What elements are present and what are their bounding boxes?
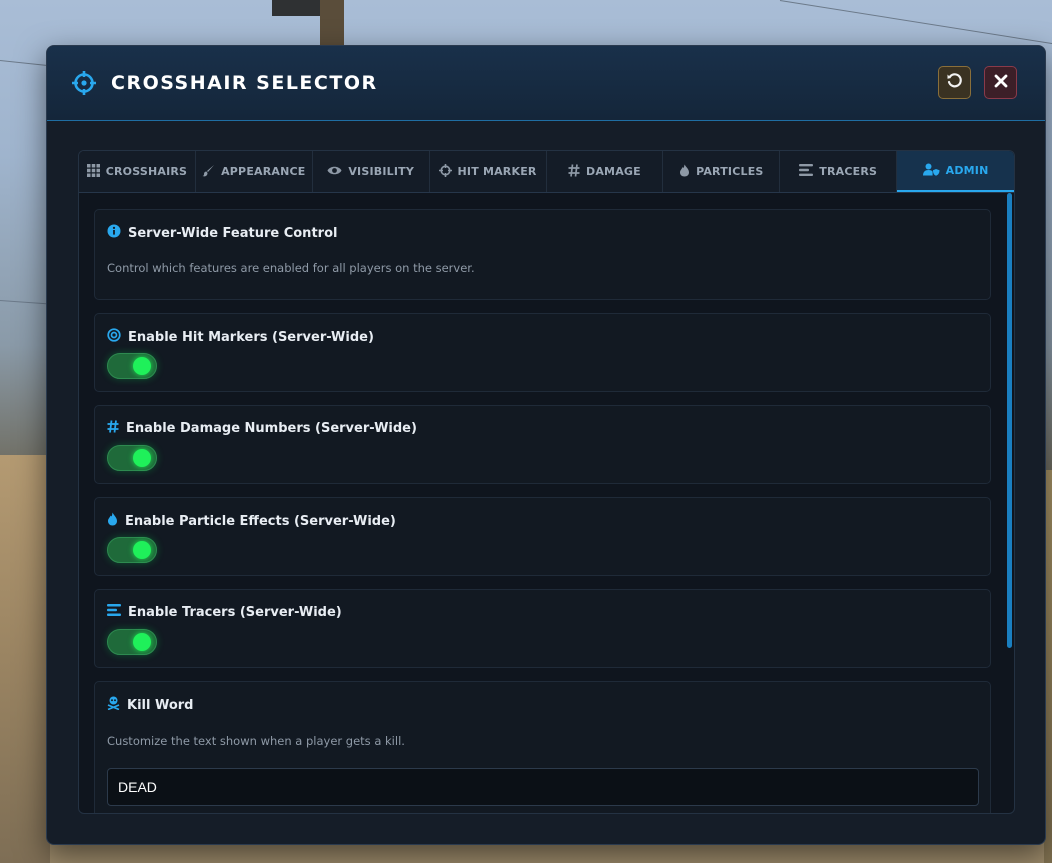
target-icon bbox=[107, 328, 121, 346]
tab-admin[interactable]: ADMIN bbox=[897, 151, 1014, 192]
tab-label: PARTICLES bbox=[696, 165, 764, 178]
setting-label: Enable Hit Markers (Server-Wide) bbox=[128, 329, 374, 345]
card-title-row: Enable Tracers (Server-Wide) bbox=[107, 604, 342, 620]
particle-effects-setting: Enable Particle Effects (Server-Wide) bbox=[94, 497, 991, 576]
tab-hit-marker[interactable]: HIT MARKER bbox=[430, 151, 547, 192]
card-title-row: Enable Damage Numbers (Server-Wide) bbox=[107, 420, 417, 437]
tab-label: APPEARANCE bbox=[221, 165, 306, 178]
particle-effects-toggle[interactable] bbox=[107, 537, 157, 563]
crosshair-icon bbox=[438, 163, 452, 180]
background-lamp bbox=[272, 0, 322, 16]
reset-button[interactable] bbox=[938, 66, 971, 99]
crosshair-selector-window: CROSSHAIR SELECTOR CROSSHAIRS APPEARANCE… bbox=[46, 45, 1046, 845]
skull-crossbones-icon bbox=[107, 696, 120, 714]
background-wire bbox=[0, 300, 50, 305]
tracers-setting: Enable Tracers (Server-Wide) bbox=[94, 589, 991, 668]
user-shield-icon bbox=[922, 163, 940, 179]
tab-appearance[interactable]: APPEARANCE bbox=[196, 151, 313, 192]
tab-label: DAMAGE bbox=[586, 165, 641, 178]
hash-icon bbox=[568, 163, 580, 180]
hit-markers-toggle[interactable] bbox=[107, 353, 157, 379]
tab-label: HIT MARKER bbox=[457, 165, 537, 178]
eye-icon bbox=[327, 165, 342, 179]
tab-visibility[interactable]: VISIBILITY bbox=[313, 151, 430, 192]
toggle-knob bbox=[133, 633, 151, 651]
setting-label: Enable Tracers (Server-Wide) bbox=[128, 604, 342, 620]
tab-label: TRACERS bbox=[819, 165, 878, 178]
info-icon bbox=[107, 224, 121, 242]
card-title: Server-Wide Feature Control bbox=[128, 225, 338, 241]
card-title-row: Server-Wide Feature Control bbox=[107, 224, 337, 242]
card-description: Customize the text shown when a player g… bbox=[107, 734, 405, 748]
toggle-knob bbox=[133, 541, 151, 559]
tab-tracers[interactable]: TRACERS bbox=[780, 151, 898, 192]
toggle-knob bbox=[133, 449, 151, 467]
background-hill bbox=[0, 455, 50, 863]
admin-settings-list[interactable]: Server-Wide Feature Control Control whic… bbox=[79, 193, 1014, 813]
lines-icon bbox=[799, 164, 814, 179]
hit-markers-setting: Enable Hit Markers (Server-Wide) bbox=[94, 313, 991, 392]
tab-damage[interactable]: DAMAGE bbox=[547, 151, 664, 192]
tracers-toggle[interactable] bbox=[107, 629, 157, 655]
lines-icon bbox=[107, 604, 121, 620]
close-button[interactable] bbox=[984, 66, 1017, 99]
setting-label: Enable Damage Numbers (Server-Wide) bbox=[126, 421, 417, 436]
close-icon bbox=[994, 73, 1008, 92]
kill-word-input[interactable] bbox=[107, 768, 979, 806]
flame-icon bbox=[679, 164, 690, 180]
tab-label: ADMIN bbox=[945, 164, 989, 177]
card-title: Kill Word bbox=[127, 697, 194, 713]
tab-label: VISIBILITY bbox=[348, 165, 415, 178]
brush-icon bbox=[202, 164, 215, 180]
flame-icon bbox=[107, 512, 118, 530]
card-title-row: Kill Word bbox=[107, 696, 194, 714]
window-title: CROSSHAIR SELECTOR bbox=[111, 72, 378, 94]
kill-word-setting: Kill Word Customize the text shown when … bbox=[94, 681, 991, 813]
tab-crosshairs[interactable]: CROSSHAIRS bbox=[79, 151, 196, 192]
card-title-row: Enable Particle Effects (Server-Wide) bbox=[107, 512, 396, 530]
grid-icon bbox=[86, 163, 100, 180]
setting-label: Enable Particle Effects (Server-Wide) bbox=[125, 513, 396, 529]
tab-particles[interactable]: PARTICLES bbox=[663, 151, 781, 192]
server-feature-info-card: Server-Wide Feature Control Control whic… bbox=[94, 209, 991, 300]
card-description: Control which features are enabled for a… bbox=[107, 261, 475, 275]
tab-bar: CROSSHAIRS APPEARANCE VISIBILITY HIT MAR… bbox=[79, 151, 1014, 193]
toggle-knob bbox=[133, 357, 151, 375]
window-header: CROSSHAIR SELECTOR bbox=[47, 46, 1045, 121]
hash-icon bbox=[107, 420, 119, 437]
damage-numbers-toggle[interactable] bbox=[107, 445, 157, 471]
damage-numbers-setting: Enable Damage Numbers (Server-Wide) bbox=[94, 405, 991, 484]
background-wire bbox=[779, 0, 1052, 45]
card-title-row: Enable Hit Markers (Server-Wide) bbox=[107, 328, 374, 346]
tab-label: CROSSHAIRS bbox=[105, 165, 188, 178]
undo-icon bbox=[946, 72, 963, 93]
crosshair-logo-icon bbox=[71, 70, 97, 96]
settings-content: CROSSHAIRS APPEARANCE VISIBILITY HIT MAR… bbox=[78, 150, 1015, 814]
scrollbar-thumb[interactable] bbox=[1007, 193, 1012, 648]
